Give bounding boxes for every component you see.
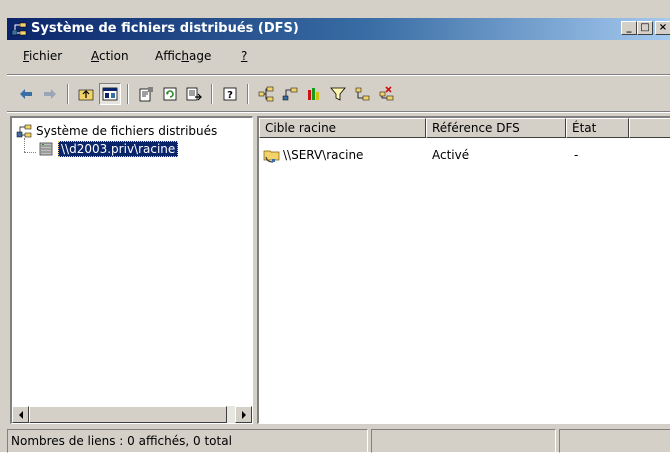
scroll-left-button[interactable] xyxy=(12,406,29,423)
scroll-thumb[interactable] xyxy=(29,406,227,423)
menu-help[interactable]: ? xyxy=(241,49,247,63)
add-target-button[interactable] xyxy=(351,83,373,105)
filter-icon xyxy=(330,87,346,101)
tree-child-label: \\d2003.priv\racine xyxy=(58,141,179,157)
tree-pane[interactable]: Système de fichiers distribués \\d2003.p… xyxy=(10,116,253,424)
status-bar: Nombres de liens : 0 affichés, 0 total xyxy=(7,429,670,453)
new-link-icon xyxy=(282,87,298,101)
tree-connector xyxy=(24,138,25,152)
toolbar-separator xyxy=(67,84,69,104)
properties-button[interactable] xyxy=(135,83,157,105)
refresh-button[interactable] xyxy=(159,83,181,105)
arrow-right-icon xyxy=(241,410,246,419)
up-folder-icon xyxy=(78,89,94,101)
cell-reference: Activé xyxy=(432,148,470,162)
status-text: Nombres de liens : 0 affichés, 0 total xyxy=(7,429,368,453)
menu-affichage[interactable]: Affichage xyxy=(155,49,211,63)
back-button[interactable] xyxy=(15,83,37,105)
status-button[interactable] xyxy=(303,83,325,105)
toolbar-bottom-separator xyxy=(7,111,670,113)
menu-action[interactable]: Action xyxy=(91,49,129,63)
add-target-icon xyxy=(355,87,370,101)
close-button[interactable]: × xyxy=(655,21,670,35)
export-list-icon xyxy=(186,87,202,101)
menu-fichier[interactable]: Fichier xyxy=(23,49,62,63)
help-icon: ? xyxy=(223,87,237,101)
cell-target: \\SERV\racine xyxy=(259,147,426,163)
tree-horizontal-scrollbar[interactable] xyxy=(12,406,252,423)
show-hide-tree-button[interactable] xyxy=(99,83,121,105)
tree-root-label: Système de fichiers distribués xyxy=(36,124,218,138)
show-hide-tree-icon xyxy=(102,87,118,101)
cell-state: - xyxy=(574,148,579,162)
refresh-icon xyxy=(163,87,177,101)
cell-target-text: \\SERV\racine xyxy=(283,148,364,162)
toolbar: ? xyxy=(7,81,670,111)
forward-button[interactable] xyxy=(39,83,61,105)
new-link-button[interactable] xyxy=(279,83,301,105)
remove-icon xyxy=(379,86,394,101)
properties-icon xyxy=(139,87,153,102)
forward-icon xyxy=(44,89,56,99)
filter-button[interactable] xyxy=(327,83,349,105)
column-header-reference[interactable]: Référence DFS xyxy=(426,118,566,138)
remove-button[interactable] xyxy=(375,83,397,105)
up-level-button[interactable] xyxy=(75,83,97,105)
minimize-button[interactable]: _ xyxy=(621,21,637,35)
toolbar-separator xyxy=(127,84,129,104)
column-header-filler xyxy=(629,118,670,138)
status-icon xyxy=(308,88,319,100)
dfs-root-icon xyxy=(16,124,32,138)
scroll-right-button[interactable] xyxy=(235,406,252,423)
back-icon xyxy=(20,89,32,99)
maximize-button[interactable]: □ xyxy=(637,21,653,35)
export-list-button[interactable] xyxy=(183,83,205,105)
dfs-window: Système de fichiers distribués (DFS) _ □… xyxy=(0,0,670,453)
arrow-left-icon xyxy=(18,410,23,419)
column-header-state[interactable]: État xyxy=(566,118,629,138)
window-title: Système de fichiers distribués (DFS) xyxy=(31,21,299,36)
menu-separator xyxy=(7,74,670,76)
shared-folder-icon xyxy=(263,150,280,163)
help-button[interactable]: ? xyxy=(219,83,241,105)
toolbar-separator xyxy=(247,84,249,104)
tree-child-node[interactable]: \\d2003.priv\racine xyxy=(38,141,179,157)
server-icon xyxy=(39,142,53,156)
tree-root-node[interactable]: Système de fichiers distribués xyxy=(16,123,217,139)
toolbar-separator xyxy=(211,84,213,104)
svg-text:?: ? xyxy=(227,90,233,101)
new-root-icon xyxy=(258,86,274,102)
status-panel-3 xyxy=(559,429,670,453)
dfs-app-icon xyxy=(11,21,27,37)
title-bar[interactable]: Système de fichiers distribués (DFS) _ □… xyxy=(7,18,670,40)
column-header-target[interactable]: Cible racine xyxy=(259,118,426,138)
table-row[interactable]: \\SERV\racine Activé - xyxy=(259,146,670,164)
menu-bar: Fichier Action Affichage ? xyxy=(7,45,670,67)
tree-connector xyxy=(24,152,36,153)
list-pane[interactable]: Cible racine Référence DFS État \\SERV\r… xyxy=(257,116,670,424)
new-root-button[interactable] xyxy=(255,83,277,105)
status-panel-2 xyxy=(371,429,556,453)
list-header: Cible racine Référence DFS État xyxy=(259,118,670,138)
